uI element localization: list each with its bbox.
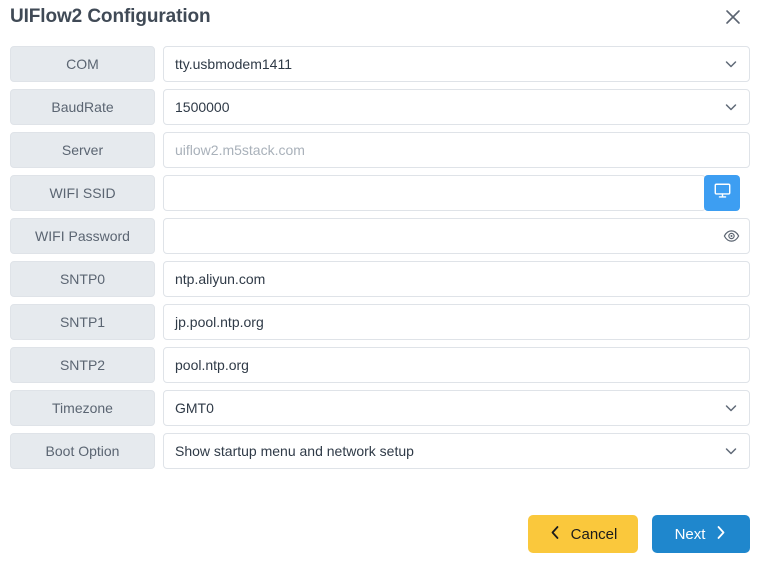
form-row-sntp0: SNTP0 ntp.aliyun.com (10, 261, 750, 297)
select-com-value: tty.usbmodem1411 (175, 56, 292, 72)
eye-icon[interactable] (723, 228, 740, 245)
server-input-placeholder: uiflow2.m5stack.com (175, 142, 305, 158)
select-baudrate-value: 1500000 (175, 99, 230, 115)
next-button[interactable]: Next (652, 515, 750, 553)
configuration-form: COM tty.usbmodem1411 BaudRate 1500000 Se… (0, 46, 760, 469)
sntp0-input[interactable]: ntp.aliyun.com (163, 261, 750, 297)
wifi-ssid-input[interactable] (163, 175, 706, 211)
form-row-sntp1: SNTP1 jp.pool.ntp.org (10, 304, 750, 340)
cancel-button[interactable]: Cancel (528, 515, 638, 553)
form-row-wifi-password: WIFI Password (10, 218, 750, 254)
form-row-boot-option: Boot Option Show startup menu and networ… (10, 433, 750, 469)
close-button[interactable] (720, 6, 746, 32)
label-server: Server (10, 132, 155, 168)
select-boot-option-value: Show startup menu and network setup (175, 443, 414, 459)
select-com[interactable]: tty.usbmodem1411 (163, 46, 750, 82)
sntp1-value: jp.pool.ntp.org (175, 314, 264, 330)
server-input[interactable]: uiflow2.m5stack.com (163, 132, 750, 168)
label-timezone: Timezone (10, 390, 155, 426)
select-boot-option[interactable]: Show startup menu and network setup (163, 433, 750, 469)
form-row-server: Server uiflow2.m5stack.com (10, 132, 750, 168)
sntp2-value: pool.ntp.org (175, 357, 249, 373)
label-sntp0: SNTP0 (10, 261, 155, 297)
chevron-right-icon (714, 525, 727, 544)
sntp2-input[interactable]: pool.ntp.org (163, 347, 750, 383)
chevron-left-icon (549, 525, 562, 544)
dialog-footer: Cancel Next (528, 515, 750, 553)
label-wifi-password: WIFI Password (10, 218, 155, 254)
label-boot-option: Boot Option (10, 433, 155, 469)
close-icon (724, 8, 742, 31)
label-sntp2: SNTP2 (10, 347, 155, 383)
form-row-wifi-ssid: WIFI SSID (10, 175, 750, 211)
form-row-timezone: Timezone GMT0 (10, 390, 750, 426)
select-baudrate[interactable]: 1500000 (163, 89, 750, 125)
label-wifi-ssid: WIFI SSID (10, 175, 155, 211)
sntp0-value: ntp.aliyun.com (175, 271, 266, 287)
next-button-label: Next (674, 525, 706, 543)
form-row-com: COM tty.usbmodem1411 (10, 46, 750, 82)
form-row-baudrate: BaudRate 1500000 (10, 89, 750, 125)
page-title: UIFlow2 Configuration (10, 6, 211, 27)
select-timezone[interactable]: GMT0 (163, 390, 750, 426)
form-row-sntp2: SNTP2 pool.ntp.org (10, 347, 750, 383)
wifi-password-input[interactable] (163, 218, 750, 254)
sntp1-input[interactable]: jp.pool.ntp.org (163, 304, 750, 340)
label-baudrate: BaudRate (10, 89, 155, 125)
select-timezone-value: GMT0 (175, 400, 214, 416)
label-sntp1: SNTP1 (10, 304, 155, 340)
scan-wifi-button[interactable] (704, 175, 740, 211)
cancel-button-label: Cancel (570, 525, 618, 543)
label-com: COM (10, 46, 155, 82)
dialog-header: UIFlow2 Configuration (0, 0, 760, 46)
monitor-icon (713, 181, 732, 205)
